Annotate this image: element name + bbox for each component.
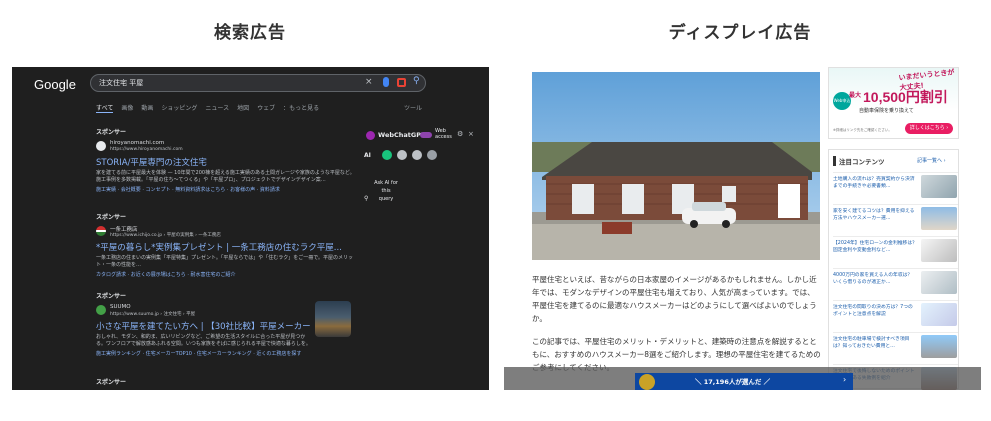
- sponsored-result: スポンサー 一条工務店 https://www.ichijo.co.jp › 平…: [96, 212, 358, 278]
- ad-description: おしゃれ、モダン、和的ま、広いリビングなど、ご希望の生活スタイルに合った平屋が見…: [96, 334, 311, 347]
- list-item-title[interactable]: 注文住宅の間取りの決め方は？7つのポイントと注意点を解説: [833, 304, 917, 318]
- ad-site-name: SUUMO: [110, 304, 131, 310]
- ad-description: 一条工務店の住まいの実例集「平屋特集」プレゼント。「平屋ならでは」や「住むラク」…: [96, 255, 354, 268]
- ad-title-link[interactable]: STORIA/平屋専門の注文住宅: [96, 156, 358, 168]
- banner-logo-icon: [639, 374, 655, 390]
- list-item-thumbnail[interactable]: [921, 335, 957, 358]
- chevron-right-icon[interactable]: ›: [843, 375, 846, 384]
- list-item-thumbnail[interactable]: [921, 239, 957, 262]
- sticky-banner-ad[interactable]: ＼ 17,196人が選んだ ／ ›: [635, 373, 853, 390]
- ad-thumbnail-image[interactable]: [315, 301, 351, 337]
- list-item[interactable]: 【2024年】住宅ローンの金利推移は？固定金利や変動金利など…: [833, 236, 958, 264]
- tab-videos[interactable]: 動画: [141, 103, 153, 113]
- heading-marker: [833, 156, 836, 166]
- list-item-title[interactable]: 注文住宅の駐車場で検討すべき項目は？知っておきたい費用と…: [833, 336, 917, 350]
- list-item-title[interactable]: 土地購入の流れは？売買契約から決済までの手続きや必要書類…: [833, 176, 917, 190]
- sponsor-label: スポンサー: [96, 379, 127, 386]
- sponsored-result: スポンサー hiroyanomachi.com https://www.hiro…: [96, 127, 358, 193]
- ai-label: AI: [364, 152, 371, 159]
- article-body: 平屋住宅といえば、昔ながらの日本家屋のイメージがあるかもしれません。しかし近年で…: [532, 273, 822, 374]
- tab-web[interactable]: ウェブ: [257, 103, 275, 113]
- ad-site[interactable]: 一条工務店 https://www.ichijo.co.jp › 平屋の実例集 …: [96, 225, 358, 239]
- search-tabs: すべて 画像 動画 ショッピング ニュース 地図 ウェブ ：もっと見る: [96, 103, 319, 113]
- search-ads-heading: 検索広告: [214, 23, 286, 43]
- featured-content-sidebar: 注目コンテンツ 記事一覧へ › 土地購入の流れは？売買契約から決済までの手続きや…: [828, 149, 959, 390]
- gear-icon[interactable]: ⚙: [457, 130, 463, 138]
- ad-title-link[interactable]: 小さな平屋を建てたい方へ | 【30社比較】平屋メーカー: [96, 320, 311, 332]
- list-item-title[interactable]: 【2024年】住宅ローンの金利推移は？固定金利や変動金利など…: [833, 240, 917, 254]
- sponsor-label: スポンサー: [96, 293, 127, 300]
- search-bar[interactable]: 注文住宅 平屋 × ⚲: [90, 74, 426, 92]
- google-logo[interactable]: Google: [34, 77, 76, 92]
- tab-more[interactable]: ：もっと見る: [283, 103, 319, 113]
- insurance-banner-ad[interactable]: いまだいうときが大丈夫! Web申込で 最大 10,500円割引 自動車保険を乗…: [828, 67, 959, 139]
- list-item-title[interactable]: 4000万円の家を買える人の年収は？いくら借りるのが適正か…: [833, 272, 917, 286]
- microphone-icon[interactable]: [383, 77, 389, 87]
- ad-max-label: 最大: [849, 92, 862, 99]
- tab-images[interactable]: 画像: [121, 103, 133, 113]
- ad-site-url: https://www.ichijo.co.jp › 平屋の実例集 › 一条工務…: [110, 233, 221, 238]
- search-results-screenshot: Google 注文住宅 平屋 × ⚲ すべて 画像 動画 ショッピング ニュース…: [12, 67, 489, 390]
- settings-icon[interactable]: [427, 150, 437, 160]
- add-icon[interactable]: [412, 150, 422, 160]
- ad-site[interactable]: SUUMO https://www.suumo.jp › 注文住宅 › 平屋: [96, 304, 311, 318]
- lens-icon[interactable]: [397, 78, 406, 87]
- sponsored-result: スポンサー SUUMO https://www.suumo.jp › 注文住宅 …: [96, 291, 311, 357]
- site-favicon-icon: [96, 141, 106, 151]
- webchatgpt-panel: WebChatGPT Web access ⚙ × AI ⚲ Ask AI fo…: [364, 127, 478, 227]
- site-favicon-icon: [96, 305, 106, 315]
- display-ad-screenshot: 平屋住宅といえば、昔ながらの日本家屋のイメージがあるかもしれません。しかし近年で…: [504, 67, 981, 390]
- list-item-title[interactable]: 家を安く建てるコツは？費用を抑える方法やハウスメーカー選…: [833, 208, 917, 222]
- all-articles-link[interactable]: 記事一覧へ ›: [917, 157, 946, 164]
- ask-ai-button[interactable]: Ask AI for this query: [374, 179, 398, 203]
- ad-site-url: https://www.suumo.jp › 注文住宅 › 平屋: [110, 312, 196, 317]
- list-item-thumbnail[interactable]: [921, 271, 957, 294]
- webchatgpt-name: WebChatGPT: [378, 131, 426, 139]
- ad-note: ※詳細はリンク先をご確認ください。: [833, 128, 892, 132]
- sidebar-title: 注目コンテンツ: [839, 158, 885, 166]
- clear-icon[interactable]: ×: [365, 77, 373, 87]
- list-item[interactable]: 土地購入の流れは？売買契約から決済までの手続きや必要書類…: [833, 172, 958, 200]
- ad-sitelinks[interactable]: 施工実績 · 会社概要 · コンセプト · 無料資料請求はこちら · お客様の声…: [96, 186, 358, 193]
- sponsor-label: スポンサー: [96, 129, 127, 136]
- banner-text: ＼ 17,196人が選んだ ／: [695, 378, 771, 386]
- display-ads-heading: ディスプレイ広告: [668, 23, 812, 43]
- list-item[interactable]: 注文住宅の間取りの決め方は？7つのポイントと注意点を解説: [833, 300, 958, 328]
- tools-button[interactable]: ツール: [404, 103, 422, 112]
- webchatgpt-icon: [366, 131, 375, 140]
- ad-title-link[interactable]: *平屋の暮らし*実例集プレゼント | 一条工務店の住むラク平屋...: [96, 241, 358, 253]
- ad-site[interactable]: hiroyanomachi.com https://www.hiroyanoma…: [96, 140, 358, 154]
- ad-sitelinks[interactable]: カタログ請求 · お近くの展示場はこちら · 耐水害住宅のご紹介: [96, 271, 358, 278]
- tab-news[interactable]: ニュース: [205, 103, 229, 113]
- list-item-thumbnail[interactable]: [921, 303, 957, 326]
- ad-sitelinks[interactable]: 施工実例ランキング · 住宅メーカーTOP10 · 住宅メーカーランキング · …: [96, 350, 311, 357]
- web-access-toggle[interactable]: [420, 132, 432, 138]
- search-icon: ⚲: [364, 195, 369, 202]
- sponsor-label: スポンサー: [96, 214, 127, 221]
- ad-description: 家を建てる前に平屋最大を体験 — 10年間で200棟を超える施工実績のある土間ガ…: [96, 170, 355, 183]
- tab-maps[interactable]: 地図: [237, 103, 249, 113]
- ad-subtitle: 自動車保険を乗り換えて: [859, 108, 914, 114]
- list-item-thumbnail[interactable]: [921, 175, 957, 198]
- tab-all[interactable]: すべて: [96, 103, 114, 113]
- house-photo: [532, 72, 820, 260]
- article-paragraph: 平屋住宅といえば、昔ながらの日本家屋のイメージがあるかもしれません。しかし近年で…: [532, 275, 817, 323]
- search-icon[interactable]: ⚲: [413, 76, 420, 86]
- ad-site-name: hiroyanomachi.com: [110, 140, 165, 146]
- site-favicon-icon: [96, 226, 106, 236]
- details-button[interactable]: 詳しくはこちら ›: [905, 123, 953, 134]
- list-item[interactable]: 家を安く建てるコツは？費用を抑える方法やハウスメーカー選…: [833, 204, 958, 232]
- list-item[interactable]: 注文住宅の駐車場で検討すべき項目は？知っておきたい費用と…: [833, 332, 958, 360]
- list-item[interactable]: 4000万円の家を買える人の年収は？いくら借りるのが適正か…: [833, 268, 958, 296]
- search-query[interactable]: 注文住宅 平屋: [99, 78, 143, 88]
- close-icon[interactable]: ×: [468, 130, 474, 138]
- web-access-label: Web access: [435, 128, 452, 140]
- ad-discount-amount: 10,500円割引: [863, 89, 948, 105]
- chatgpt-icon[interactable]: [382, 150, 392, 160]
- list-item-thumbnail[interactable]: [921, 207, 957, 230]
- ad-site-url: https://www.hiroyanomachi.com: [110, 147, 183, 152]
- tab-shopping[interactable]: ショッピング: [161, 103, 197, 113]
- model-icon[interactable]: [397, 150, 407, 160]
